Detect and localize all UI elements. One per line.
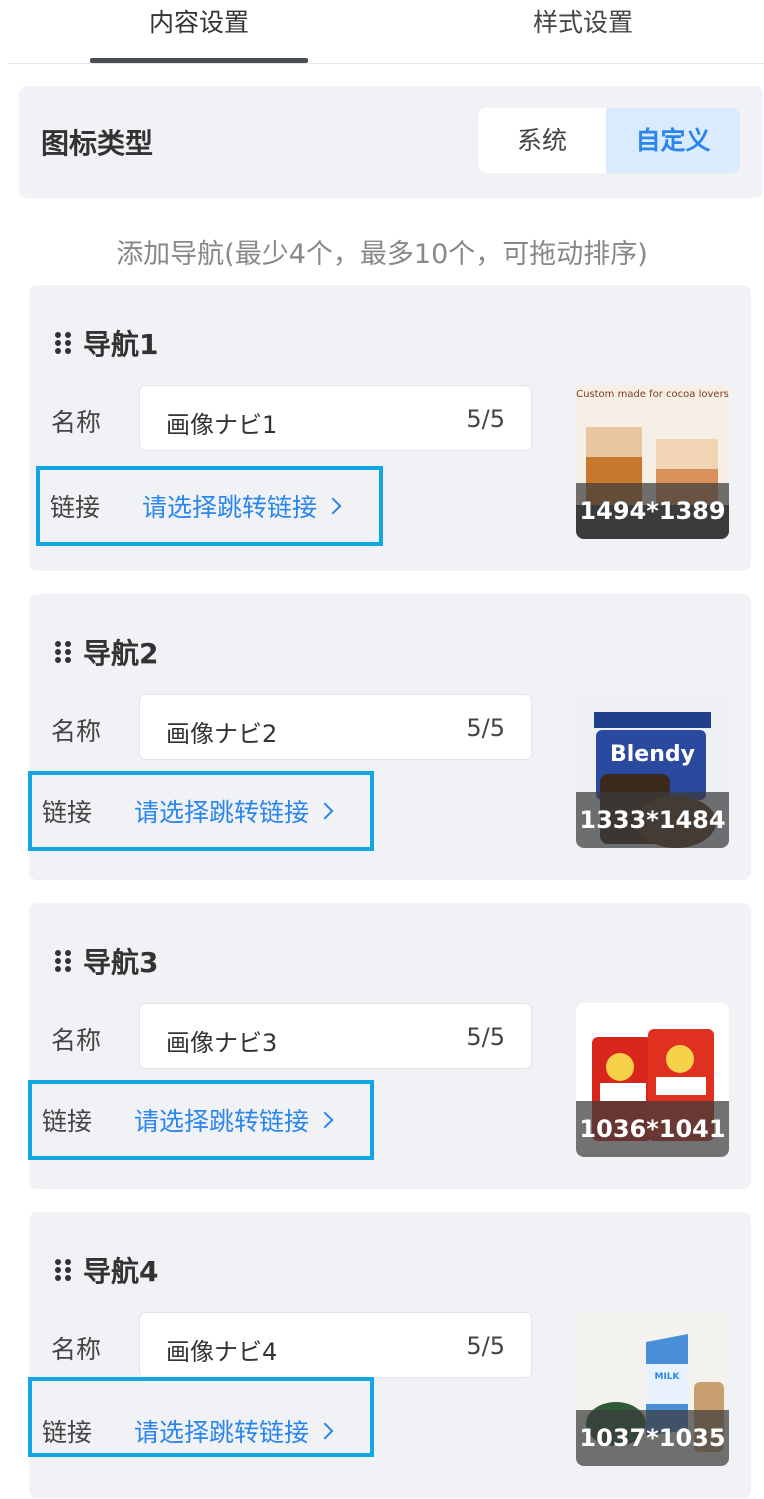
nav-card: 导航4 名称 画像ナビ4 5/5 链接 请选择跳转链接 MILK 1037*10… bbox=[28, 1212, 751, 1498]
tab-style-settings[interactable]: 样式设置 bbox=[478, 0, 688, 62]
char-counter: 5/5 bbox=[466, 714, 505, 742]
name-label: 名称 bbox=[51, 408, 102, 437]
add-nav-hint: 添加导航(最少4个，最多10个，可拖动排序) bbox=[116, 239, 648, 270]
nav-card: 导航1 名称 画像ナビ1 5/5 链接 请选择跳转链接 Custom made … bbox=[29, 285, 751, 571]
drag-handle-icon[interactable] bbox=[53, 330, 73, 356]
char-counter: 5/5 bbox=[466, 1023, 505, 1051]
nav-card-title: 导航3 bbox=[83, 946, 159, 979]
select-link-button[interactable]: 请选择跳转链接 bbox=[134, 1413, 334, 1449]
select-link-button[interactable]: 请选择跳转链接 bbox=[134, 1102, 334, 1138]
char-counter: 5/5 bbox=[466, 1332, 505, 1360]
image-size-label: 1036*1041 bbox=[576, 1101, 729, 1157]
nav-image-thumbnail[interactable]: Blendy 1333*1484 bbox=[576, 694, 729, 848]
icon-type-label: 图标类型 bbox=[41, 127, 154, 160]
nav-image-thumbnail[interactable]: Custom made for cocoa lovers 1494*1389 bbox=[576, 385, 729, 539]
nav-card: 导航3 名称 画像ナビ3 5/5 链接 请选择跳转链接 1036*1041 bbox=[28, 903, 751, 1189]
active-tab-indicator bbox=[90, 58, 308, 63]
link-label: 链接 bbox=[42, 1418, 93, 1447]
image-caption: Blendy bbox=[610, 742, 695, 767]
select-link-text: 请选择跳转链接 bbox=[134, 1107, 310, 1136]
link-label: 链接 bbox=[42, 798, 93, 827]
name-input-value: 画像ナビ4 bbox=[166, 1338, 278, 1366]
name-input[interactable]: 画像ナビ1 5/5 bbox=[139, 385, 532, 451]
link-row: 链接 请选择跳转链接 bbox=[28, 771, 374, 851]
select-link-button[interactable]: 请选择跳转链接 bbox=[142, 488, 342, 524]
name-input-value: 画像ナビ2 bbox=[166, 720, 278, 748]
name-input-value: 画像ナビ3 bbox=[166, 1029, 278, 1057]
name-label: 名称 bbox=[51, 1335, 102, 1364]
nav-card-title: 导航2 bbox=[83, 637, 159, 670]
nav-card-header: 导航2 bbox=[53, 632, 158, 672]
drag-handle-icon[interactable] bbox=[53, 948, 73, 974]
nav-image-thumbnail[interactable]: MILK 1037*1035 bbox=[576, 1312, 729, 1466]
nav-card-header: 导航3 bbox=[53, 941, 158, 981]
nav-card-header: 导航4 bbox=[53, 1250, 158, 1290]
select-link-text: 请选择跳转链接 bbox=[142, 493, 318, 522]
tab-bar: 内容设置 样式设置 bbox=[8, 0, 764, 64]
icon-type-custom-button[interactable]: 自定义 bbox=[606, 108, 740, 173]
image-size-label: 1037*1035 bbox=[576, 1410, 729, 1466]
char-counter: 5/5 bbox=[466, 405, 505, 433]
chevron-right-icon bbox=[316, 1422, 334, 1440]
name-input[interactable]: 画像ナビ2 5/5 bbox=[139, 694, 532, 760]
chevron-right-icon bbox=[316, 1111, 334, 1129]
link-row: 链接 请选择跳转链接 bbox=[28, 1080, 374, 1160]
name-input[interactable]: 画像ナビ3 5/5 bbox=[139, 1003, 532, 1069]
image-size-label: 1333*1484 bbox=[576, 792, 729, 848]
chevron-right-icon bbox=[316, 802, 334, 820]
nav-image-thumbnail[interactable]: 1036*1041 bbox=[576, 1003, 729, 1157]
select-link-button[interactable]: 请选择跳转链接 bbox=[134, 793, 334, 829]
link-row: 链接 请选择跳转链接 bbox=[28, 1377, 374, 1457]
select-link-text: 请选择跳转链接 bbox=[134, 1418, 310, 1447]
link-label: 链接 bbox=[42, 1107, 93, 1136]
link-row: 链接 请选择跳转链接 bbox=[36, 466, 383, 546]
icon-type-panel: 图标类型 系统 自定义 bbox=[19, 86, 763, 198]
tab-content-settings[interactable]: 内容设置 bbox=[90, 0, 308, 62]
link-label: 链接 bbox=[50, 493, 101, 522]
name-input-value: 画像ナビ1 bbox=[166, 411, 278, 439]
nav-card-title: 导航4 bbox=[83, 1255, 159, 1288]
name-label: 名称 bbox=[51, 1026, 102, 1055]
name-input[interactable]: 画像ナビ4 5/5 bbox=[139, 1312, 532, 1378]
image-caption: Custom made for cocoa lovers bbox=[576, 389, 729, 400]
icon-type-segmented-control: 系统 自定义 bbox=[478, 108, 740, 173]
drag-handle-icon[interactable] bbox=[53, 639, 73, 665]
image-caption: MILK bbox=[654, 1372, 680, 1382]
nav-card-title: 导航1 bbox=[83, 328, 159, 361]
image-size-label: 1494*1389 bbox=[576, 483, 729, 539]
icon-type-system-button[interactable]: 系统 bbox=[478, 108, 606, 173]
chevron-right-icon bbox=[324, 497, 342, 515]
drag-handle-icon[interactable] bbox=[53, 1257, 73, 1283]
nav-card: 导航2 名称 画像ナビ2 5/5 链接 请选择跳转链接 Blendy 1333*… bbox=[28, 594, 751, 880]
select-link-text: 请选择跳转链接 bbox=[134, 798, 310, 827]
name-label: 名称 bbox=[51, 717, 102, 746]
nav-card-header: 导航1 bbox=[53, 323, 158, 363]
